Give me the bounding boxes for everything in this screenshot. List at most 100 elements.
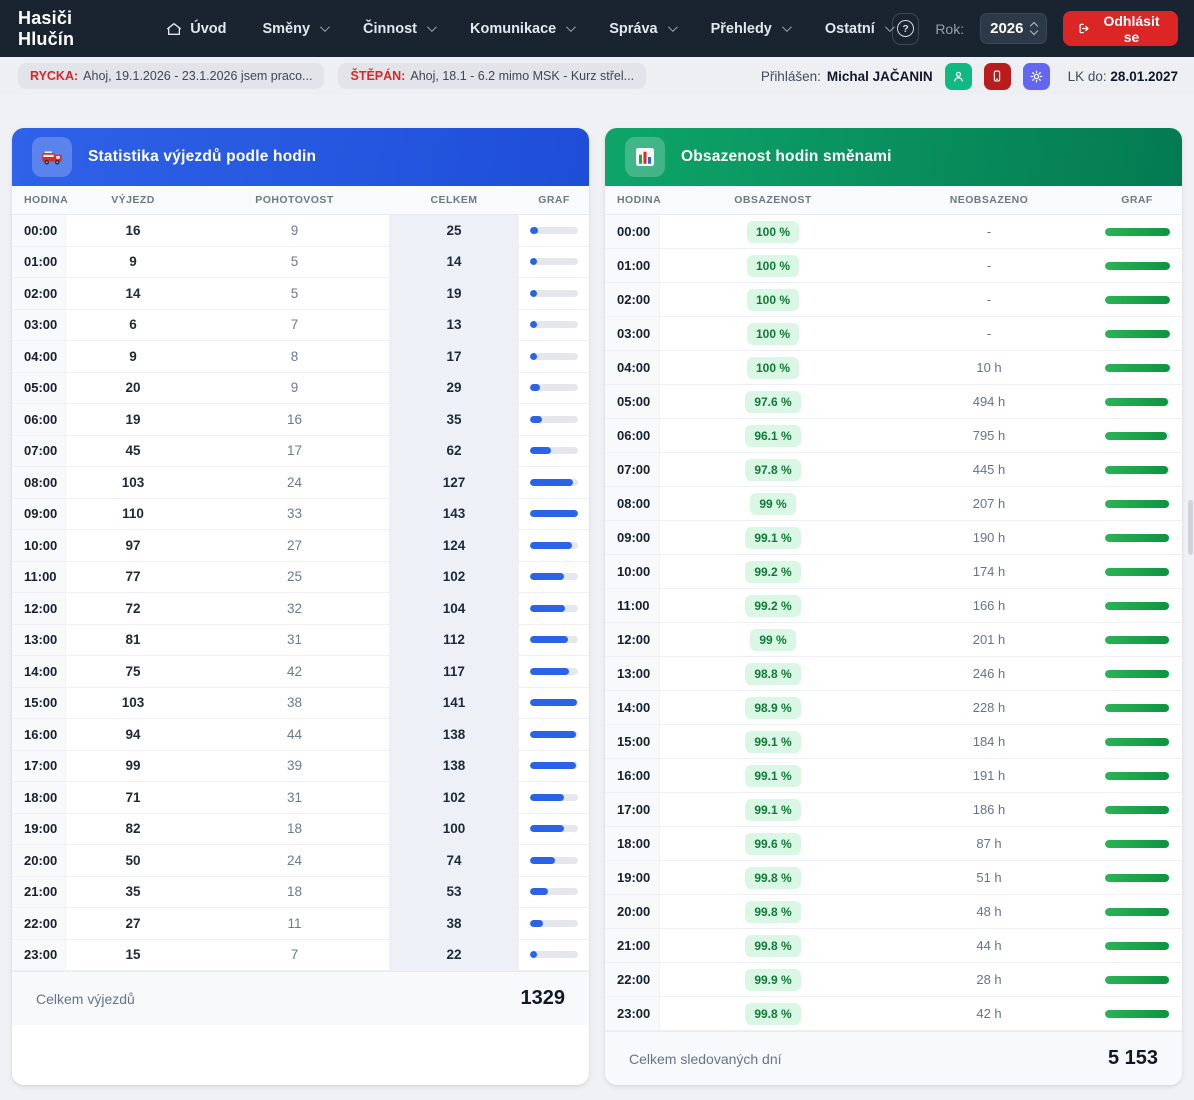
logout-icon bbox=[1078, 21, 1091, 36]
table-row: 02:00 14 5 19 bbox=[12, 278, 589, 310]
statistics-card: Statistika výjezdů podle hodin HODINAVÝJ… bbox=[12, 128, 589, 1085]
fire-truck-icon bbox=[32, 137, 72, 177]
neobsazeno-cell: - bbox=[886, 224, 1092, 239]
status-message-chip[interactable]: ŠTĚPÁN:Ahoj, 18.1 - 6.2 mimo MSK - Kurz … bbox=[338, 63, 646, 89]
vyjezd-cell: 6 bbox=[66, 317, 200, 332]
table-row: 19:00 99.8 % 51 h bbox=[605, 861, 1182, 895]
column-header: NEOBSAZENO bbox=[886, 194, 1092, 206]
table-row: 05:00 97.6 % 494 h bbox=[605, 385, 1182, 419]
hour-cell: 16:00 bbox=[605, 759, 660, 792]
total-days-value: 5 153 bbox=[1108, 1047, 1158, 1070]
vyjezd-cell: 15 bbox=[66, 947, 200, 962]
bar-fill bbox=[530, 668, 569, 675]
table-row: 10:00 97 27 124 bbox=[12, 530, 589, 562]
graf-cell bbox=[519, 794, 589, 801]
bar-track bbox=[1105, 738, 1170, 746]
stepper-arrows-icon bbox=[1031, 23, 1037, 34]
graf-cell bbox=[1092, 262, 1182, 270]
graf-cell bbox=[1092, 704, 1182, 712]
obsazenost-cell: 99.1 % bbox=[660, 799, 886, 821]
bar-track bbox=[530, 731, 578, 738]
table-row: 15:00 99.1 % 184 h bbox=[605, 725, 1182, 759]
hour-cell: 19:00 bbox=[605, 861, 660, 894]
bar-fill bbox=[530, 731, 576, 738]
neobsazeno-cell: 44 h bbox=[886, 938, 1092, 953]
occupancy-badge: 100 % bbox=[747, 289, 799, 311]
vyjezd-cell: 71 bbox=[66, 790, 200, 805]
phone-status-icon[interactable] bbox=[984, 63, 1011, 90]
nav-item-ostatni[interactable]: Ostatní bbox=[825, 21, 892, 37]
bar-fill bbox=[530, 920, 543, 927]
obsazenost-cell: 100 % bbox=[660, 323, 886, 345]
graf-cell bbox=[1092, 228, 1182, 236]
bar-track bbox=[530, 227, 578, 234]
nav-item-label: Směny bbox=[262, 21, 310, 37]
bar-track bbox=[530, 384, 578, 391]
graf-cell bbox=[519, 762, 589, 769]
statistics-footer: Celkem výjezdů 1329 bbox=[12, 971, 589, 1025]
pohotovost-cell: 27 bbox=[200, 538, 389, 553]
graf-cell bbox=[1092, 636, 1182, 644]
table-row: 00:00 100 % - bbox=[605, 215, 1182, 249]
column-header: HODINA bbox=[12, 194, 66, 206]
graf-cell bbox=[519, 573, 589, 580]
help-button[interactable]: ? bbox=[892, 13, 920, 45]
bar-track bbox=[1105, 364, 1170, 372]
user-status-icon[interactable] bbox=[945, 63, 972, 90]
chevron-down-icon bbox=[782, 22, 792, 32]
bar-fill bbox=[1105, 262, 1170, 270]
bar-track bbox=[530, 321, 578, 328]
nav-item-komunikace[interactable]: Komunikace bbox=[470, 21, 573, 37]
logged-in-user: Michal JAČANIN bbox=[827, 69, 933, 84]
graf-cell bbox=[1092, 908, 1182, 916]
bar-fill bbox=[1105, 738, 1169, 746]
hour-cell: 01:00 bbox=[605, 249, 660, 282]
bar-track bbox=[1105, 500, 1170, 508]
bar-track bbox=[1105, 466, 1170, 474]
celkem-cell: 117 bbox=[389, 656, 519, 687]
occupancy-badge: 99.2 % bbox=[745, 561, 800, 583]
graf-cell bbox=[519, 731, 589, 738]
nav-item-cinnost[interactable]: Činnost bbox=[363, 21, 434, 37]
bar-fill bbox=[530, 321, 537, 328]
table-row: 11:00 77 25 102 bbox=[12, 562, 589, 594]
nav-item-label: Činnost bbox=[363, 21, 417, 37]
obsazenost-cell: 99.8 % bbox=[660, 901, 886, 923]
bar-fill bbox=[530, 888, 548, 895]
column-header: OBSAZENOST bbox=[660, 194, 886, 206]
graf-cell bbox=[519, 510, 589, 517]
hour-cell: 03:00 bbox=[12, 310, 66, 341]
nav-item-uvod[interactable]: Úvod bbox=[166, 21, 226, 37]
scrollbar-thumb[interactable] bbox=[1188, 500, 1193, 555]
occupancy-badge: 97.6 % bbox=[745, 391, 800, 413]
hour-cell: 18:00 bbox=[605, 827, 660, 860]
hour-cell: 23:00 bbox=[12, 940, 66, 971]
nav-item-prehledy[interactable]: Přehledy bbox=[711, 21, 789, 37]
graf-cell bbox=[1092, 364, 1182, 372]
occupancy-badge: 97.8 % bbox=[745, 459, 800, 481]
statistics-card-title: Statistika výjezdů podle hodin bbox=[88, 148, 316, 166]
pohotovost-cell: 44 bbox=[200, 727, 389, 742]
nav-item-smeny[interactable]: Směny bbox=[262, 21, 327, 37]
neobsazeno-cell: 184 h bbox=[886, 734, 1092, 749]
sun-theme-icon[interactable] bbox=[1023, 63, 1050, 90]
occupancy-badge: 100 % bbox=[747, 221, 799, 243]
bar-track bbox=[530, 857, 578, 864]
year-select[interactable]: 2026 bbox=[980, 13, 1047, 44]
statistics-column-headers: HODINAVÝJEZDPOHOTOVOSTCELKEMGRAF bbox=[12, 186, 589, 215]
obsazenost-cell: 99 % bbox=[660, 493, 886, 515]
hour-cell: 14:00 bbox=[12, 656, 66, 687]
hour-cell: 00:00 bbox=[605, 215, 660, 248]
hour-cell: 08:00 bbox=[12, 467, 66, 498]
chevron-down-icon bbox=[320, 22, 330, 32]
neobsazeno-cell: - bbox=[886, 326, 1092, 341]
table-row: 01:00 9 5 14 bbox=[12, 247, 589, 279]
logout-button[interactable]: Odhlásit se bbox=[1063, 11, 1178, 46]
table-row: 09:00 99.1 % 190 h bbox=[605, 521, 1182, 555]
occupancy-badge: 99.9 % bbox=[745, 969, 800, 991]
hour-cell: 13:00 bbox=[605, 657, 660, 690]
celkem-cell: 141 bbox=[389, 688, 519, 719]
table-row: 01:00 100 % - bbox=[605, 249, 1182, 283]
nav-item-sprava[interactable]: Správa bbox=[609, 21, 674, 37]
status-message-chip[interactable]: RYCKA:Ahoj, 19.1.2026 - 23.1.2026 jsem p… bbox=[18, 63, 324, 89]
